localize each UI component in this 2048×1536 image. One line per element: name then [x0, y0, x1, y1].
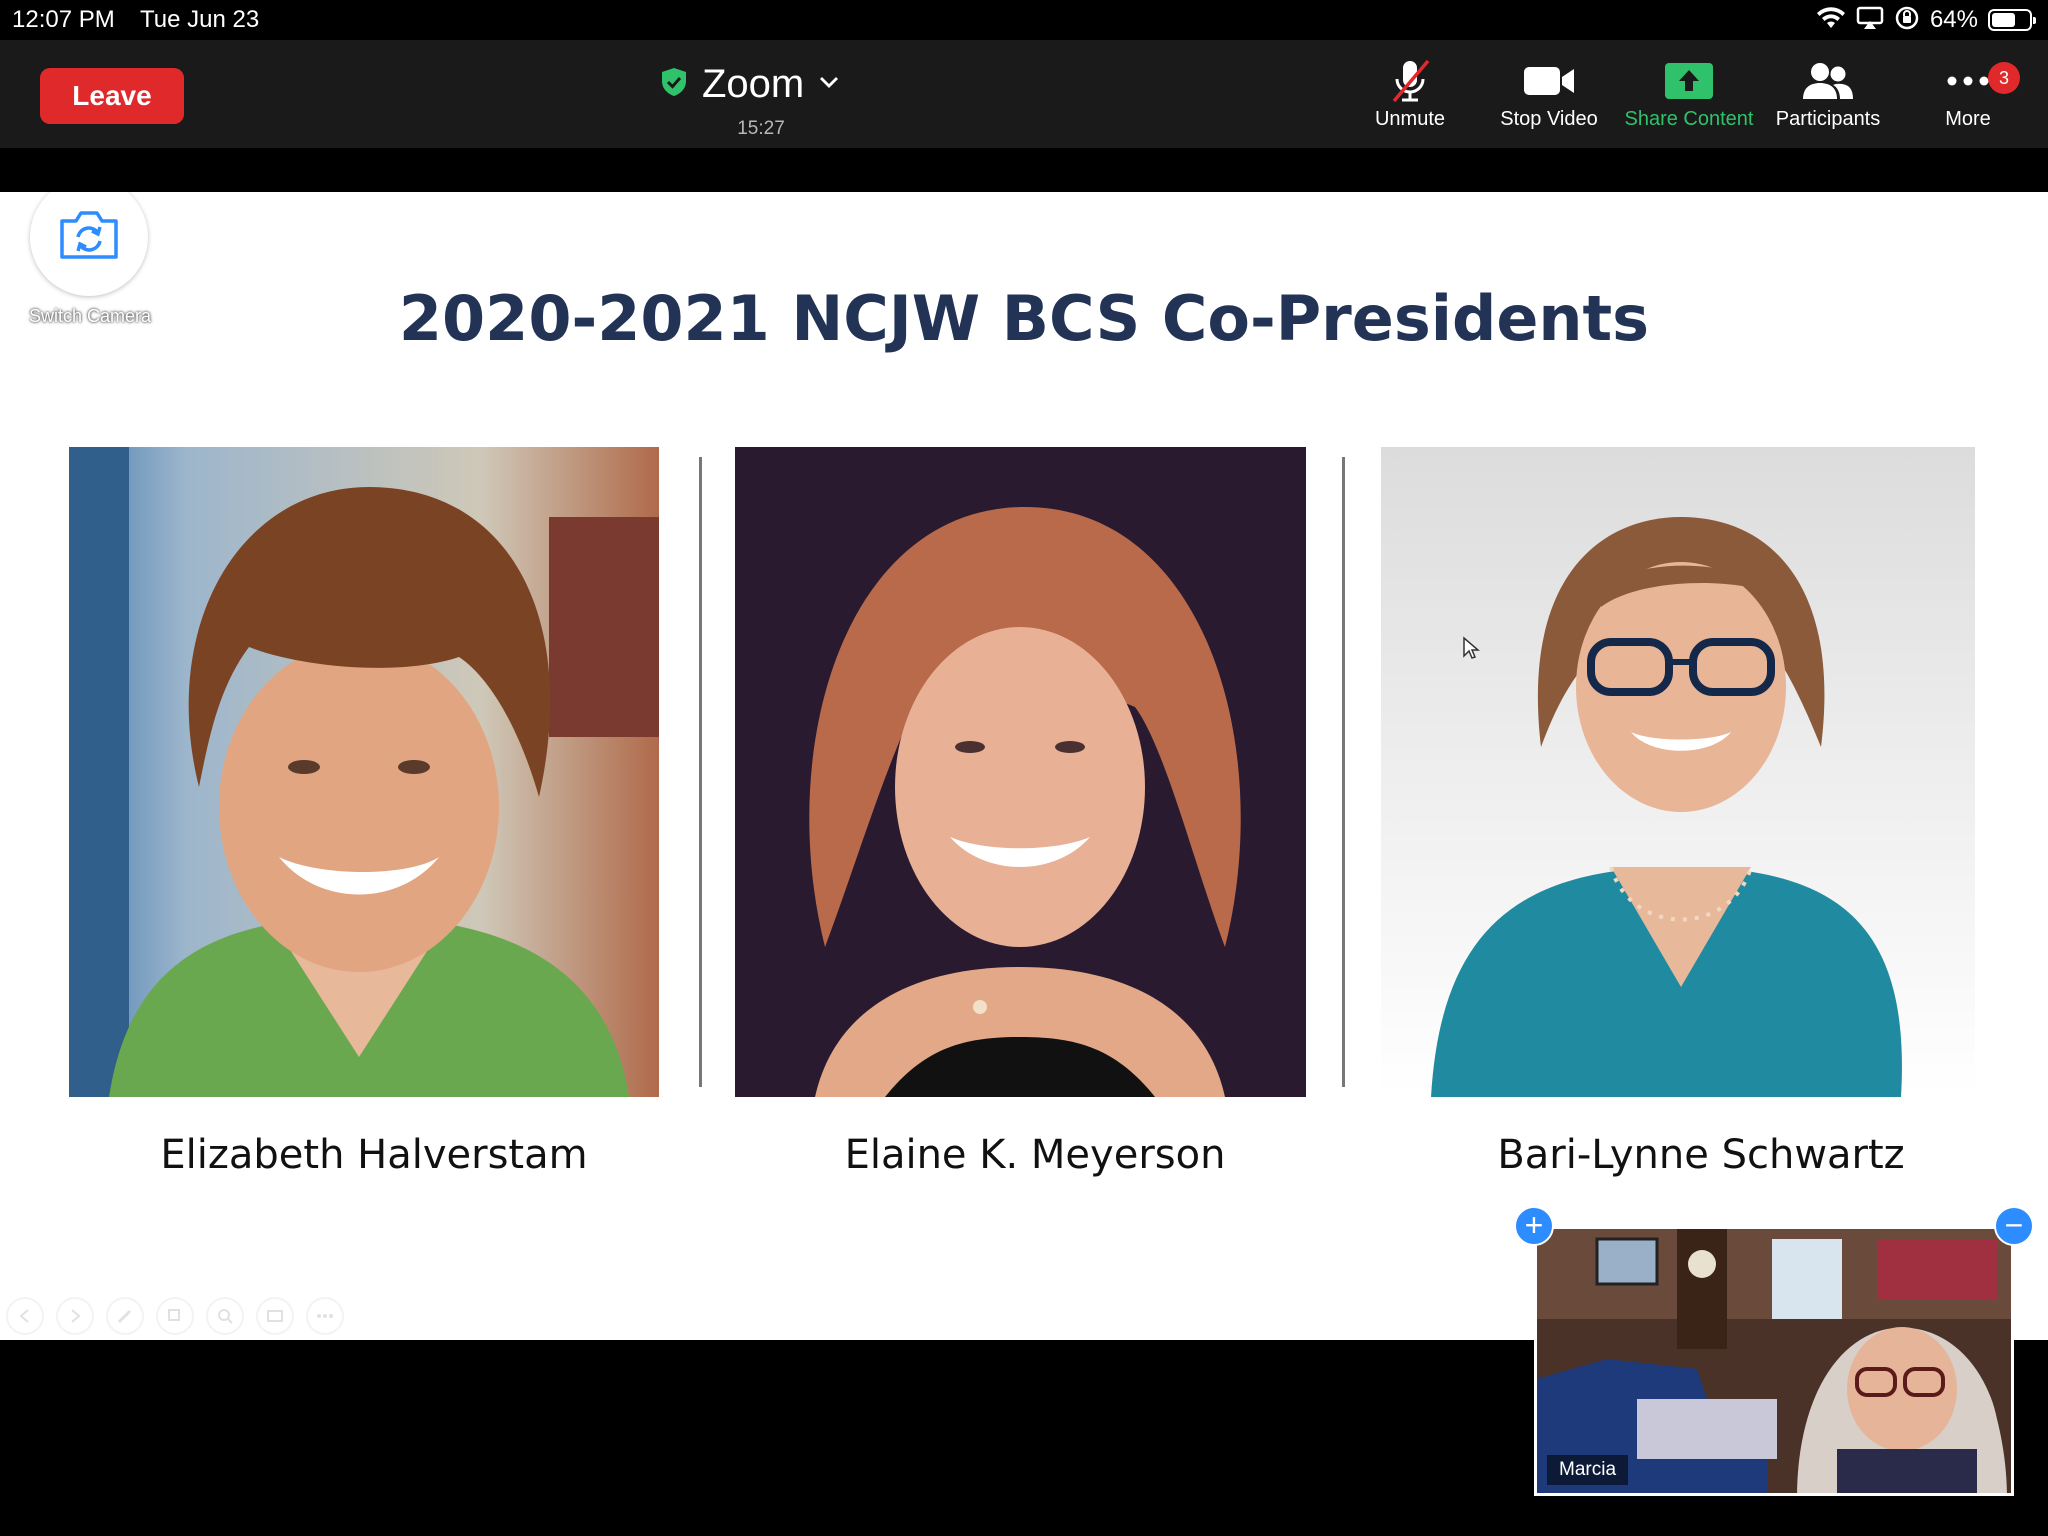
battery-percentage: 64% [1929, 6, 1978, 33]
share-content-label: Share Content [1624, 108, 1754, 130]
next-icon[interactable] [56, 1297, 94, 1335]
copy-icon[interactable] [156, 1297, 194, 1335]
leave-button[interactable]: Leave [40, 68, 184, 124]
switch-camera-button[interactable] [30, 192, 148, 296]
photo-divider [699, 457, 702, 1087]
meeting-timer: 15:27 [737, 118, 785, 139]
shared-screen[interactable]: 2020-2021 NCJW BCS Co-Presidents Elizabe… [0, 192, 2048, 1340]
minus-icon: − [2004, 1207, 2024, 1243]
president-name-2: Elaine K. Meyerson [844, 1132, 1226, 1178]
shield-check-icon [660, 66, 688, 103]
wifi-icon [1816, 6, 1846, 35]
pen-icon[interactable] [106, 1297, 144, 1335]
share-screen-icon [1619, 58, 1759, 104]
unmute-label: Unmute [1374, 108, 1446, 130]
mouse-pointer-icon [1462, 636, 1481, 665]
status-time: 12:07 PM [12, 6, 115, 33]
stop-video-button[interactable]: Stop Video [1479, 58, 1619, 138]
microphone-muted-icon [1340, 58, 1480, 104]
meeting-title-dropdown[interactable]: Zoom [660, 62, 840, 106]
airplay-icon [1856, 6, 1884, 35]
status-bar: 12:07 PM Tue Jun 23 64% [0, 0, 2048, 40]
orientation-lock-icon [1894, 5, 1920, 36]
more-dots-icon[interactable] [306, 1297, 344, 1335]
stop-video-label: Stop Video [1500, 108, 1598, 130]
more-button[interactable]: More 3 [1898, 58, 2038, 138]
meeting-name: Zoom [702, 61, 805, 106]
switch-camera-label: Switch Camera [28, 306, 152, 326]
self-view-add-button[interactable]: + [1514, 1206, 1554, 1246]
president-photo-1 [69, 447, 659, 1097]
self-view-minimize-button[interactable]: − [1994, 1206, 2034, 1246]
meeting-toolbar: Leave Zoom 15:27 Unmute Stop Video Share… [0, 40, 2048, 148]
photo-divider [1342, 457, 1345, 1087]
participants-label: Participants [1775, 108, 1881, 130]
share-content-button[interactable]: Share Content [1619, 58, 1759, 138]
share-area-top-band [0, 148, 2048, 192]
president-name-1: Elizabeth Halverstam [160, 1132, 588, 1178]
more-label: More [1945, 108, 1991, 130]
participants-button[interactable]: Participants [1758, 58, 1898, 138]
unmute-button[interactable]: Unmute [1340, 58, 1480, 138]
layout-icon[interactable] [256, 1297, 294, 1335]
switch-camera-icon [56, 207, 122, 268]
chevron-down-icon [818, 75, 840, 94]
president-name-3: Bari-Lynne Schwartz [1497, 1132, 1905, 1178]
self-view-video[interactable]: Marcia [1534, 1226, 2014, 1496]
battery-icon [1988, 9, 2036, 31]
status-date: Tue Jun 23 [140, 6, 260, 33]
video-camera-icon [1479, 58, 1619, 104]
annotation-toolbar [6, 1297, 344, 1335]
notification-badge: 3 [1988, 62, 2020, 94]
president-photo-2 [735, 447, 1306, 1097]
status-indicators: 64% [1816, 4, 2036, 36]
plus-icon: + [1524, 1207, 1544, 1243]
slide-title: 2020-2021 NCJW BCS Co-Presidents [398, 282, 1650, 355]
previous-icon[interactable] [6, 1297, 44, 1335]
zoom-icon[interactable] [206, 1297, 244, 1335]
self-view-name: Marcia [1547, 1455, 1629, 1485]
president-photo-3 [1381, 447, 1975, 1097]
participants-icon [1758, 58, 1898, 104]
